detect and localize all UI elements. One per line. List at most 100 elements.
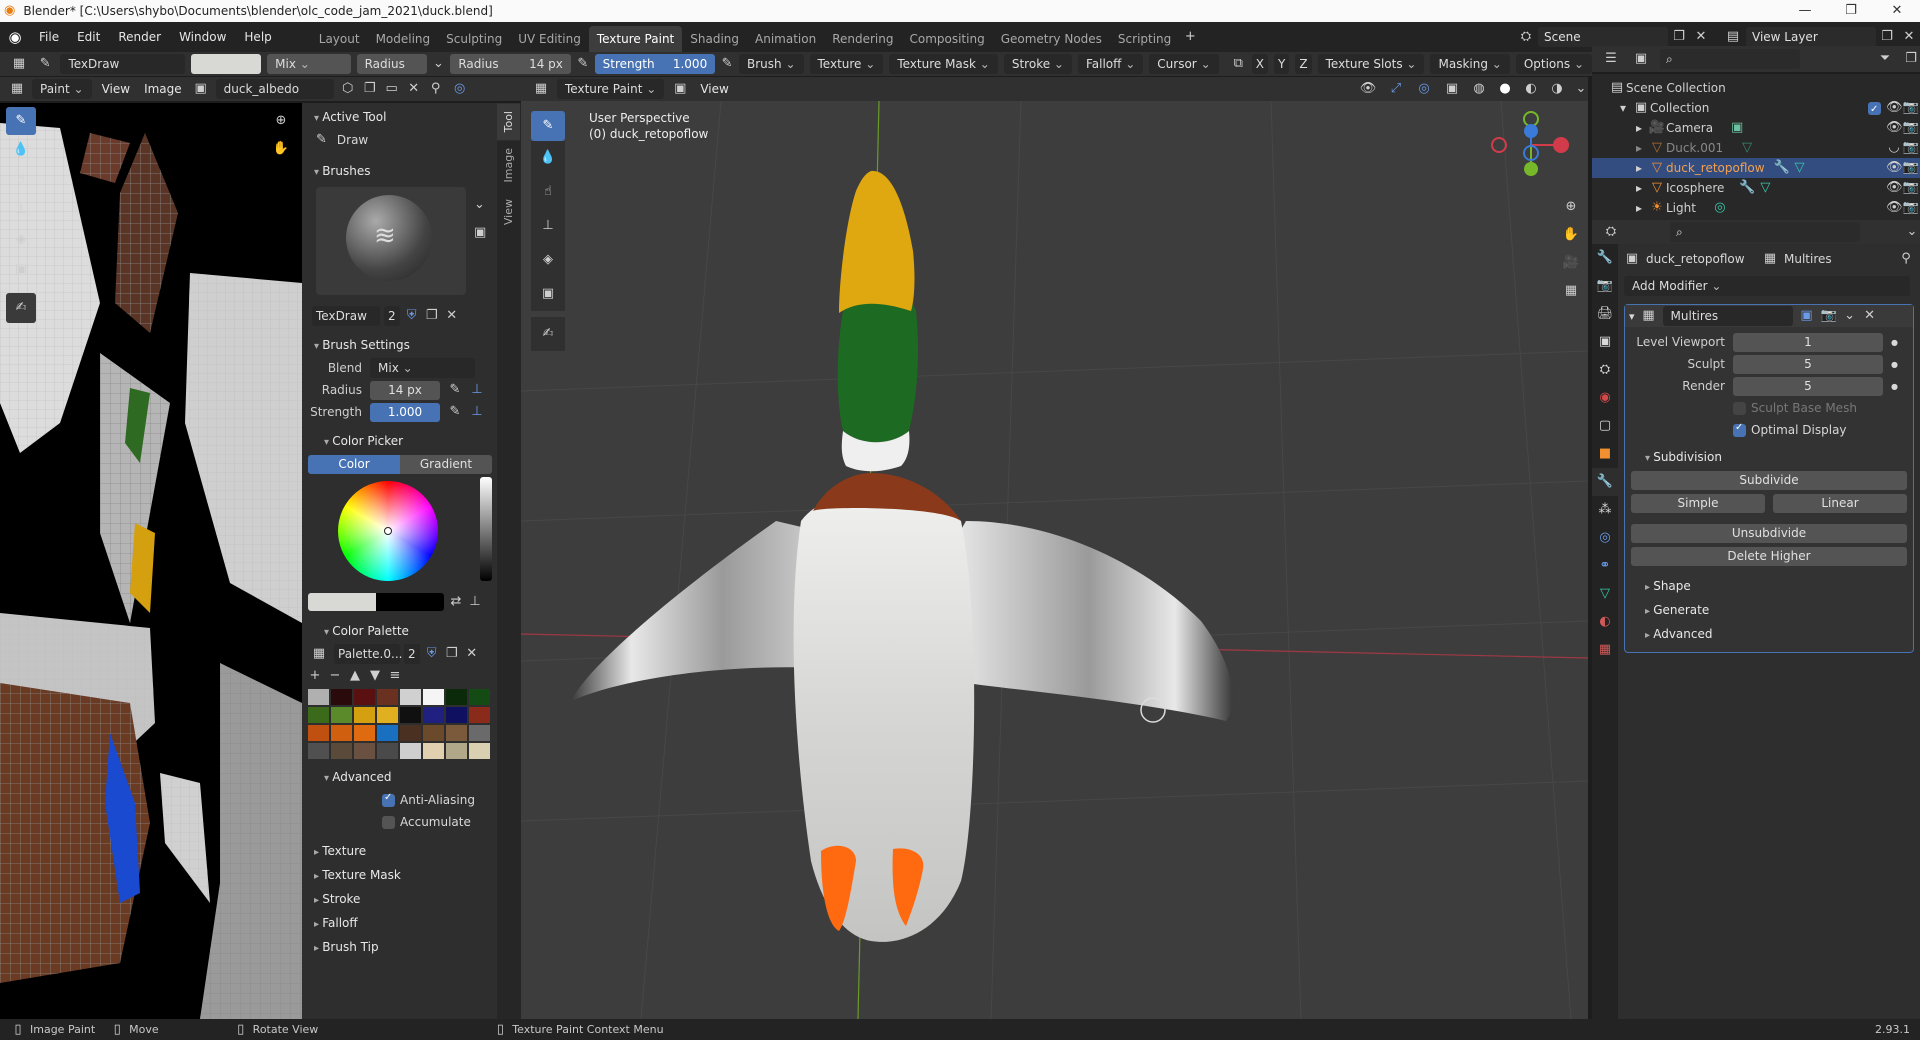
vp-smear-tool-icon[interactable]: ☝ bbox=[531, 175, 565, 209]
primary-color-swatch[interactable] bbox=[308, 593, 376, 611]
overlay-icon[interactable]: ◎ bbox=[450, 79, 470, 99]
palette-swatch[interactable] bbox=[423, 689, 444, 705]
brush-tool-icon[interactable]: ✎ bbox=[36, 54, 55, 74]
palette-swatch[interactable] bbox=[331, 725, 352, 741]
menu-cursor[interactable]: Cursor bbox=[1149, 54, 1219, 74]
unsubdivide-button[interactable]: Unsubdivide bbox=[1631, 524, 1907, 543]
overlays-icon[interactable]: ◎ bbox=[1414, 79, 1434, 99]
expand-chevron-icon[interactable]: ▾ bbox=[1620, 98, 1632, 118]
strength-pressure-icon[interactable]: ✎ bbox=[448, 402, 462, 422]
scene-icon[interactable]: ⛭ bbox=[1514, 27, 1538, 47]
palette-move-up-icon[interactable]: ▲ bbox=[348, 666, 362, 686]
menu-window[interactable]: Window bbox=[170, 22, 235, 52]
menu-masking[interactable]: Masking bbox=[1430, 54, 1510, 74]
subdivide-button[interactable]: Subdivide bbox=[1631, 471, 1907, 490]
palette-swatch[interactable] bbox=[400, 725, 421, 741]
strength-unit-icon[interactable]: ⊥ bbox=[470, 402, 484, 422]
vp-fill-tool-icon[interactable]: ◈ bbox=[531, 243, 565, 277]
palette-swatch[interactable] bbox=[354, 689, 375, 705]
palette-duplicate-icon[interactable]: ❐ bbox=[444, 644, 460, 664]
clone-tool-icon[interactable]: ⊥ bbox=[6, 195, 36, 225]
tab-geometry-nodes[interactable]: Geometry Nodes bbox=[993, 26, 1110, 52]
light-render-icon[interactable]: 📷 bbox=[1902, 198, 1920, 218]
strength-field[interactable]: Strength 1.000 bbox=[594, 54, 716, 74]
unlink-brush-icon[interactable]: ✕ bbox=[444, 306, 460, 326]
new-collection-icon[interactable]: ❐ bbox=[1902, 49, 1920, 69]
gizmo-y-pos[interactable] bbox=[1524, 162, 1538, 176]
tab-shading[interactable]: Shading bbox=[682, 26, 747, 52]
pressure-icon[interactable]: ✎ bbox=[577, 54, 589, 74]
show-in-editmode-icon[interactable]: ▣ bbox=[1799, 306, 1815, 326]
texture-panel[interactable]: Texture bbox=[302, 839, 497, 863]
remove-modifier-icon[interactable]: ✕ bbox=[1863, 306, 1877, 326]
palette-swatch[interactable] bbox=[377, 707, 398, 723]
unlink-image-icon[interactable]: ✕ bbox=[406, 79, 422, 99]
editor-type-icon[interactable]: ▦ bbox=[8, 54, 30, 74]
pin-icon[interactable]: ⚲ bbox=[428, 79, 444, 99]
image-menu-view[interactable]: View bbox=[98, 79, 134, 99]
zoom-icon[interactable]: ⊕ bbox=[270, 111, 292, 131]
blend-mode-select[interactable]: Mix bbox=[267, 54, 351, 74]
color-picker-header[interactable]: Color Picker bbox=[302, 429, 497, 453]
texture-mask-panel[interactable]: Texture Mask bbox=[302, 863, 497, 887]
mask-tool-icon[interactable]: ▣ bbox=[6, 255, 36, 285]
brush-preview[interactable]: ≋ bbox=[316, 187, 466, 295]
view-layer-field[interactable]: View Layer bbox=[1746, 27, 1876, 47]
light-visibility-icon[interactable]: 👁 bbox=[1886, 198, 1903, 218]
constraints-tab-icon[interactable]: ⚭ bbox=[1592, 552, 1618, 580]
palette-add-icon[interactable]: + bbox=[308, 666, 322, 686]
level-viewport-field[interactable]: 1 bbox=[1733, 332, 1883, 352]
generate-panel[interactable]: Generate bbox=[1625, 598, 1913, 622]
symmetry-icon[interactable]: ⧉ bbox=[1231, 54, 1246, 74]
simple-button[interactable]: Simple bbox=[1631, 493, 1765, 513]
fake-user-icon[interactable]: ⬡ bbox=[340, 79, 356, 99]
vp-annotate-tool-icon[interactable]: ✍ bbox=[531, 317, 565, 351]
pan-icon[interactable]: ✋ bbox=[270, 139, 292, 159]
palette-fake-user-icon[interactable]: ⛨ bbox=[424, 644, 440, 664]
mesh-data-icon[interactable]: ▽ bbox=[1791, 158, 1809, 178]
remove-view-layer-icon[interactable]: ✕ bbox=[1898, 27, 1920, 47]
render-level-field[interactable]: 5 bbox=[1733, 376, 1883, 396]
soften-tool-icon[interactable]: 💧 bbox=[6, 135, 36, 165]
palette-users-count[interactable]: 2 bbox=[404, 644, 420, 664]
viewport-menu-view[interactable]: View bbox=[696, 79, 732, 99]
close-button[interactable]: ✕ bbox=[1874, 0, 1920, 22]
image-editor-canvas[interactable]: ✎ 💧 ☝ ⊥ ◈ ▣ ✍ ⊕ ✋ bbox=[0, 103, 302, 1019]
camera-render-icon[interactable]: 📷 bbox=[1902, 118, 1920, 138]
radius-pressure-icon[interactable]: ✎ bbox=[448, 380, 462, 400]
display-mode-icon[interactable]: ▣ bbox=[1630, 49, 1652, 69]
viewport-pan-icon[interactable]: ✋ bbox=[1559, 225, 1583, 245]
palette-swatch[interactable] bbox=[308, 725, 329, 741]
vp-mask-tool-icon[interactable]: ▣ bbox=[531, 277, 565, 311]
shape-panel[interactable]: Shape bbox=[1625, 574, 1913, 598]
palette-swatch[interactable] bbox=[423, 743, 444, 759]
image-name-field[interactable]: duck_albedo bbox=[215, 79, 334, 99]
fake-user-shield-icon[interactable]: ⛨ bbox=[404, 306, 420, 326]
viewport-camera-icon[interactable]: 🎥 bbox=[1559, 253, 1583, 273]
show-render-icon[interactable]: 📷 bbox=[1821, 306, 1837, 326]
xray-icon[interactable]: ▣ bbox=[1442, 79, 1462, 99]
brushes-header[interactable]: Brushes bbox=[302, 159, 497, 183]
duplicate-brush-icon[interactable]: ❐ bbox=[424, 306, 440, 326]
palette-swatch[interactable] bbox=[308, 689, 329, 705]
brush-users-count[interactable]: 2 bbox=[384, 306, 400, 326]
rendered-shading-icon[interactable]: ◑ bbox=[1548, 79, 1566, 99]
wireframe-shading-icon[interactable]: ◍ bbox=[1470, 79, 1488, 99]
value-slider[interactable] bbox=[480, 477, 492, 581]
collection-render-icon[interactable]: 📷 bbox=[1902, 98, 1920, 118]
palette-name-field[interactable]: Palette.0... bbox=[334, 644, 402, 664]
view-layer-tab-icon[interactable]: ▣ bbox=[1592, 328, 1618, 356]
color-tab[interactable]: Color bbox=[308, 454, 400, 474]
draw-tool-icon[interactable]: ✎ bbox=[6, 107, 36, 135]
palette-swatch[interactable] bbox=[469, 689, 490, 705]
mirror-z-button[interactable]: Z bbox=[1295, 54, 1312, 74]
subdivision-header[interactable]: Subdivision bbox=[1625, 445, 1913, 469]
menu-stroke[interactable]: Stroke bbox=[1003, 54, 1072, 74]
keyframe-dot[interactable]: ● bbox=[1891, 382, 1898, 391]
menu-falloff[interactable]: Falloff bbox=[1077, 54, 1144, 74]
blender-menu-icon[interactable]: ◉ bbox=[0, 27, 30, 47]
menu-help[interactable]: Help bbox=[235, 22, 280, 52]
world-tab-icon[interactable]: ◉ bbox=[1592, 384, 1618, 412]
tab-texture-paint[interactable]: Texture Paint bbox=[588, 26, 683, 52]
palette-swatch[interactable] bbox=[354, 707, 375, 723]
